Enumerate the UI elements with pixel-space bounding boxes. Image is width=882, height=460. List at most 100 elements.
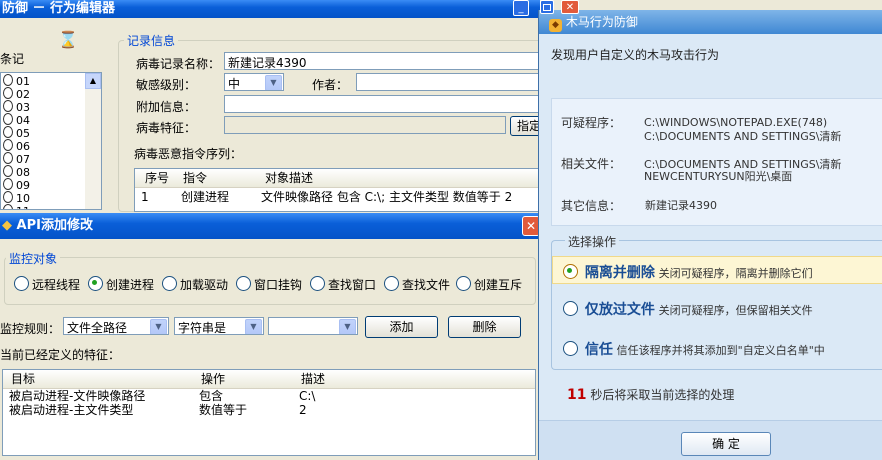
countdown-text: 秒后将采取当前选择的处理 bbox=[590, 388, 735, 402]
sensitivity-value: 中 bbox=[228, 77, 241, 91]
tree-item[interactable]: 07 bbox=[3, 152, 30, 166]
minimize-icon: _ bbox=[518, 3, 524, 14]
minimize-button[interactable]: _ bbox=[513, 0, 529, 16]
tree-item[interactable]: 04 bbox=[3, 113, 30, 127]
record-icon bbox=[3, 139, 13, 151]
sequence-label: 病毒恶意指令序列： bbox=[134, 147, 243, 161]
record-icon bbox=[3, 113, 13, 125]
choice-allow-desc: 关闭可疑程序，但保留相关文件 bbox=[658, 304, 813, 317]
extra-field[interactable] bbox=[224, 95, 544, 113]
record-icon bbox=[3, 87, 13, 99]
sensitivity-select[interactable]: 中 ▼ bbox=[224, 73, 284, 91]
rule-operator-select[interactable]: 字符串是 ▼ bbox=[174, 317, 264, 335]
radio-checked-icon bbox=[563, 264, 578, 279]
sequence-table[interactable]: 序号 指令 对象描述 1 创建进程 文件映像路径 包含 C:\; 主文件类型 数… bbox=[134, 168, 544, 212]
col-target: 目标 bbox=[11, 372, 36, 386]
trojan-titlebar[interactable]: ◆ 木马行为防御 bbox=[539, 10, 882, 34]
feature-field bbox=[224, 116, 506, 134]
option-load-driver[interactable]: 加载驱动 bbox=[162, 276, 228, 293]
tree-item-label: 11 bbox=[16, 205, 30, 209]
option-window-hook[interactable]: 窗口挂钩 bbox=[236, 276, 302, 293]
rule-target-select[interactable]: 文件全路径 ▼ bbox=[63, 317, 169, 335]
table-row[interactable]: 被启动进程-文件映像路径 包含 C:\ bbox=[3, 389, 535, 403]
delete-button[interactable]: 删除 bbox=[448, 316, 521, 338]
api-app-icon: ◆ bbox=[2, 218, 12, 233]
api-titlebar[interactable]: ◆ API添加修改 bbox=[0, 213, 540, 239]
scroll-up-button[interactable]: ▲ bbox=[85, 73, 101, 89]
row-op: 包含 bbox=[199, 389, 224, 403]
tree-item[interactable]: 06 bbox=[3, 139, 30, 153]
chevron-down-icon: ▼ bbox=[150, 319, 167, 334]
record-icon bbox=[3, 165, 13, 177]
tree-item[interactable]: 11 bbox=[3, 204, 30, 209]
editor-titlebar[interactable]: 防御 － 行为编辑器 bbox=[0, 0, 540, 18]
option-create-process[interactable]: 创建进程 bbox=[88, 276, 154, 293]
add-button[interactable]: 添加 bbox=[365, 316, 438, 338]
monitor-group-title: 监控对象 bbox=[6, 250, 61, 267]
table-row[interactable]: 被启动进程-主文件类型 数值等于 2 bbox=[3, 403, 535, 417]
info-group-title: 记录信息 bbox=[124, 32, 179, 49]
tree-item[interactable]: 05 bbox=[3, 126, 30, 140]
ok-button[interactable]: 确 定 bbox=[681, 432, 771, 456]
radio-icon bbox=[14, 276, 29, 291]
defined-table[interactable]: 目标 操作 描述 被启动进程-文件映像路径 包含 C:\ 被启动进程-主文件类型… bbox=[2, 369, 536, 456]
choice-trust-title: 信任 bbox=[584, 342, 613, 358]
table-row[interactable]: 1 创建进程 文件映像路径 包含 C:\; 主文件类型 数值等于 2 bbox=[135, 188, 543, 206]
choice-trust-desc: 信任该程序并将其添加到"自定义白名单"中 bbox=[616, 344, 825, 357]
option-create-mutex[interactable]: 创建互斥 bbox=[456, 276, 522, 293]
radio-icon bbox=[563, 341, 578, 356]
col-op: 操作 bbox=[201, 372, 226, 386]
record-icon bbox=[3, 204, 13, 209]
choice-allow-file[interactable]: 仅放过文件 关闭可疑程序，但保留相关文件 bbox=[563, 299, 813, 319]
tree-item[interactable]: 02 bbox=[3, 87, 30, 101]
choice-isolate-title: 隔离并删除 bbox=[584, 265, 655, 281]
trojan-title: 木马行为防御 bbox=[565, 15, 638, 29]
row-target: 被启动进程-主文件类型 bbox=[9, 403, 134, 417]
choice-allow-title: 仅放过文件 bbox=[584, 302, 655, 318]
choose-group-title: 选择操作 bbox=[565, 233, 620, 250]
restore-icon bbox=[543, 4, 551, 11]
tree-item[interactable]: 09 bbox=[3, 178, 30, 192]
row-op: 数值等于 bbox=[199, 403, 248, 417]
other-label: 其它信息： bbox=[561, 199, 622, 213]
author-label: 作者： bbox=[312, 78, 349, 92]
option-remote-thread[interactable]: 远程线程 bbox=[14, 276, 80, 293]
row-desc: C:\ bbox=[299, 389, 316, 403]
close-button[interactable]: ✕ bbox=[561, 0, 579, 14]
author-field[interactable] bbox=[356, 73, 544, 91]
radio-checked-icon bbox=[88, 276, 103, 291]
tree-item[interactable]: 01 bbox=[3, 74, 30, 88]
chevron-down-icon: ▼ bbox=[245, 319, 262, 334]
row-desc: 2 bbox=[299, 403, 307, 417]
col-desc: 描述 bbox=[301, 372, 326, 386]
restore-button[interactable] bbox=[540, 0, 554, 14]
record-tree[interactable]: 0102030405060708091011 ▲ bbox=[0, 72, 102, 210]
tree-item[interactable]: 10 bbox=[3, 191, 30, 205]
choice-isolate[interactable]: 隔离并删除 关闭可疑程序，隔离并删除它们 bbox=[563, 262, 813, 282]
hourglass-cursor-icon: ⌛ bbox=[58, 30, 78, 49]
api-dialog: ◆ API添加修改 ✕ 监控对象 远程线程 创建进程 加载驱动 窗口挂钩 查找窗… bbox=[0, 213, 540, 460]
rule-value-select[interactable]: ▼ bbox=[268, 317, 358, 335]
related-line-2: NEWCENTURYSUN阳光\桌面 bbox=[644, 170, 793, 183]
record-icon bbox=[3, 152, 13, 164]
radio-icon bbox=[162, 276, 177, 291]
countdown: 11 秒后将采取当前选择的处理 bbox=[567, 386, 734, 403]
trojan-dialog: ◆ 木马行为防御 发现用户自定义的木马攻击行为 可疑程序： C:\WINDOWS… bbox=[538, 10, 882, 460]
choice-trust[interactable]: 信任 信任该程序并将其添加到"自定义白名单"中 bbox=[563, 339, 825, 359]
suspect-label: 可疑程序： bbox=[561, 116, 622, 130]
defined-label: 当前已经定义的特征： bbox=[0, 348, 121, 362]
name-field[interactable]: 新建记录4390 bbox=[224, 52, 544, 70]
radio-icon bbox=[310, 276, 325, 291]
tree-item[interactable]: 08 bbox=[3, 165, 30, 179]
feature-label: 病毒特征： bbox=[136, 121, 197, 135]
option-find-file[interactable]: 查找文件 bbox=[384, 276, 450, 293]
radio-icon bbox=[563, 301, 578, 316]
tree-scrollbar[interactable]: ▲ bbox=[85, 73, 101, 209]
seq-col-desc: 对象描述 bbox=[265, 171, 314, 185]
option-find-window[interactable]: 查找窗口 bbox=[310, 276, 376, 293]
rule-label: 监控规则： bbox=[0, 322, 61, 336]
sequence-header: 序号 指令 对象描述 bbox=[135, 169, 543, 188]
record-icon bbox=[3, 178, 13, 190]
tree-item[interactable]: 03 bbox=[3, 100, 30, 114]
api-title: API添加修改 bbox=[16, 218, 93, 233]
